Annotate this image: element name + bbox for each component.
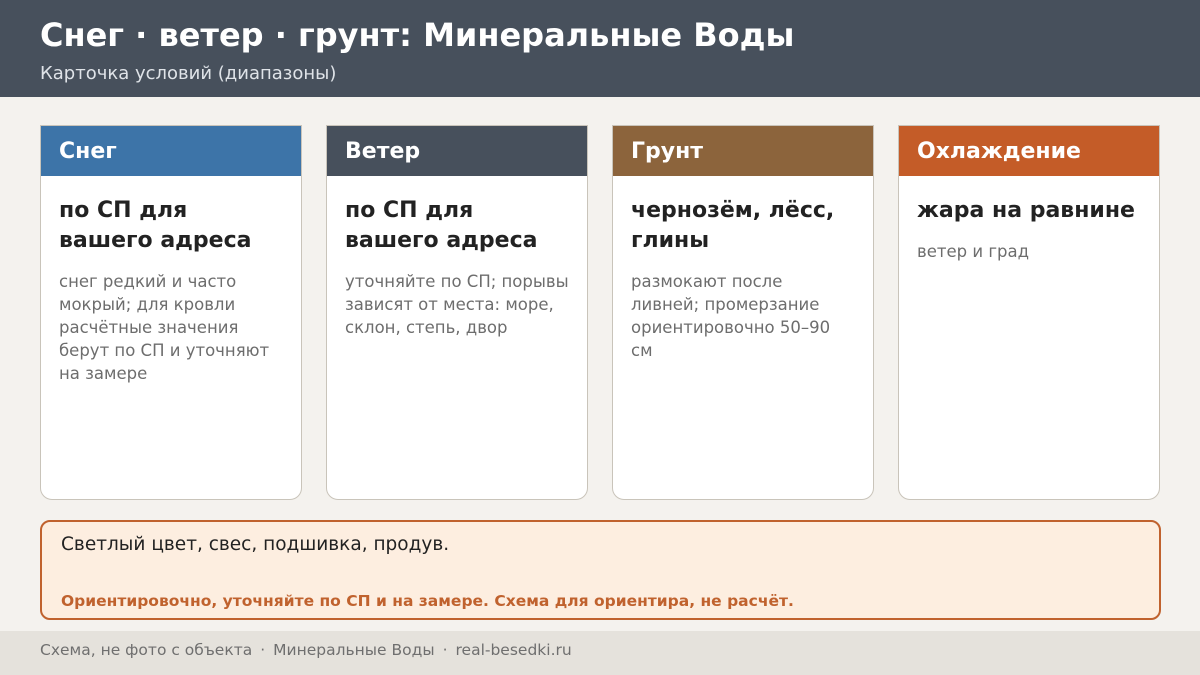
card-value: по СП для вашего адреса — [59, 198, 252, 253]
card-description: ветер и град — [917, 242, 1029, 261]
page: Снег · ветер · грунт: Минеральные Воды К… — [0, 0, 1200, 675]
card-cooling: Охлаждение жара на равнине ветер и град — [898, 125, 1160, 500]
footer: Схема, не фото с объекта · Минеральные Вод… — [0, 631, 1200, 675]
footer-site: real-besedki.ru — [455, 641, 572, 659]
footer-source: Схема, не фото с объекта — [40, 641, 253, 659]
card-wind: Ветер по СП для вашего адреса уточняйте … — [326, 125, 588, 500]
card-value: чернозём, лёсс, глины — [631, 198, 835, 253]
card-header: Ветер — [327, 126, 587, 176]
card-value: по СП для вашего адреса — [345, 198, 538, 253]
card-header: Грунт — [613, 126, 873, 176]
footer-separator: · — [442, 641, 448, 659]
recommendation-note: Светлый цвет, свес, подшивка, продув. Ор… — [40, 520, 1161, 620]
footer-city: Минеральные Воды — [273, 641, 435, 659]
header: Снег · ветер · грунт: Минеральные Воды К… — [0, 0, 1200, 97]
note-text: Светлый цвет, свес, подшивка, продув. — [61, 534, 450, 555]
page-subtitle: Карточка условий (диапазоны) — [40, 63, 337, 84]
card-value: жара на равнине — [917, 198, 1135, 223]
card-description: снег редкий и часто мокрый; для кровли р… — [59, 272, 270, 383]
card-soil: Грунт чернозём, лёсс, глины размокают по… — [612, 125, 874, 500]
card-header: Охлаждение — [899, 126, 1159, 176]
card-description: размокают после ливней; промерзание орие… — [631, 272, 831, 360]
card-snow: Снег по СП для вашего адреса снег редкий… — [40, 125, 302, 500]
footer-text: Схема, не фото с объекта · Минеральные Вод… — [40, 641, 572, 659]
card-header: Снег — [41, 126, 301, 176]
page-title: Снег · ветер · грунт: Минеральные Воды — [40, 16, 795, 54]
footer-separator: · — [260, 641, 266, 659]
card-description: уточняйте по СП; порывы зависят от места… — [345, 272, 569, 337]
disclaimer-text: Ориентировочно, уточняйте по СП и на зам… — [61, 592, 794, 610]
